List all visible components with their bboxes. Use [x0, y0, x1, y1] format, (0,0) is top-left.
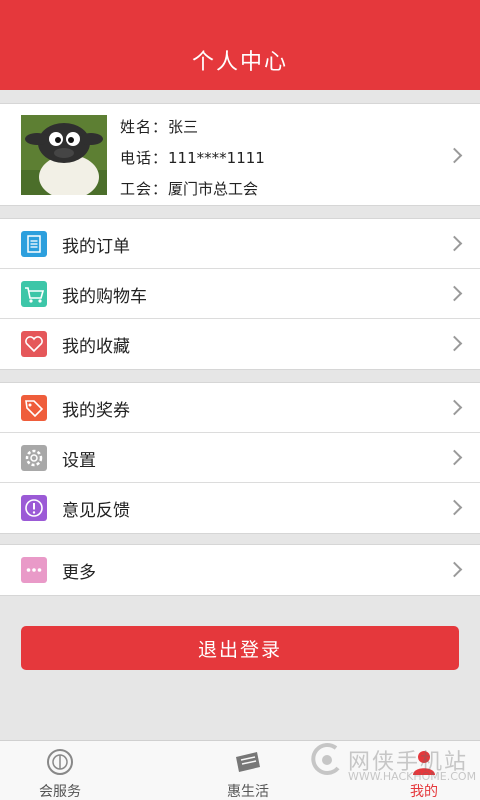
menu-group-3: 更多: [0, 544, 480, 596]
profile-name: 姓名：张三: [120, 116, 198, 137]
profile-phone: 电话：111****1111: [120, 147, 265, 168]
tab-label: 惠生活: [227, 784, 269, 800]
menu-item-label: 更多: [62, 563, 96, 583]
menu-item-orders[interactable]: 我的订单: [0, 219, 480, 269]
order-icon: [21, 231, 47, 257]
watermark-url: WWW.HACKHOME.COM: [348, 770, 477, 783]
chevron-right-icon: [446, 235, 463, 252]
profile-union: 工会：厦门市总工会: [120, 178, 258, 199]
chevron-right-icon: [446, 147, 463, 164]
phone-value: 111****1111: [168, 149, 265, 167]
profile-card[interactable]: 姓名：张三 电话：111****1111 工会：厦门市总工会: [0, 103, 480, 206]
name-value: 张三: [168, 118, 199, 136]
tab-label: 会服务: [39, 784, 81, 800]
menu-group-1: 我的订单 我的购物车 我的收藏: [0, 218, 480, 370]
page-title: 个人中心: [191, 50, 288, 75]
menu-item-label: 我的购物车: [62, 287, 147, 307]
avatar: [21, 115, 107, 195]
tab-label: 我的: [410, 784, 438, 800]
menu-item-label: 设置: [62, 451, 96, 471]
chevron-right-icon: [446, 335, 463, 352]
heart-icon: [21, 331, 47, 357]
chevron-right-icon: [446, 449, 463, 466]
menu-group-2: 我的奖券 设置 意见反馈: [0, 382, 480, 534]
chevron-right-icon: [446, 285, 463, 302]
union-service-icon: [45, 747, 75, 777]
menu-item-label: 我的奖券: [62, 401, 130, 421]
union-label: 工会：: [120, 180, 169, 198]
menu-item-cart[interactable]: 我的购物车: [0, 269, 480, 319]
gear-icon: [21, 445, 47, 471]
tab-benefit-life[interactable]: 惠生活: [188, 741, 308, 800]
menu-item-more[interactable]: 更多: [0, 545, 480, 595]
cart-icon: [21, 281, 47, 307]
menu-item-label: 我的订单: [62, 237, 130, 257]
coupon-icon: [21, 395, 47, 421]
name-label: 姓名：: [120, 118, 169, 136]
logout-button[interactable]: 退出登录: [21, 626, 459, 670]
chevron-right-icon: [446, 561, 463, 578]
more-icon: [21, 557, 47, 583]
chevron-right-icon: [446, 499, 463, 516]
chevron-right-icon: [446, 399, 463, 416]
menu-item-label: 意见反馈: [62, 501, 130, 521]
menu-item-settings[interactable]: 设置: [0, 433, 480, 483]
app-header: 个人中心: [0, 0, 480, 90]
ticket-icon: [233, 747, 263, 777]
watermark-logo-icon: [310, 742, 344, 785]
phone-label: 电话：: [120, 149, 169, 167]
menu-item-label: 我的收藏: [62, 337, 130, 357]
feedback-icon: [21, 495, 47, 521]
menu-item-favorites[interactable]: 我的收藏: [0, 319, 480, 369]
watermark: 网侠手机站 WWW.HACKHOME.COM: [310, 740, 480, 783]
menu-item-feedback[interactable]: 意见反馈: [0, 483, 480, 533]
tab-union-service[interactable]: 会服务: [0, 741, 120, 800]
union-value: 厦门市总工会: [168, 180, 259, 198]
menu-item-coupons[interactable]: 我的奖券: [0, 383, 480, 433]
